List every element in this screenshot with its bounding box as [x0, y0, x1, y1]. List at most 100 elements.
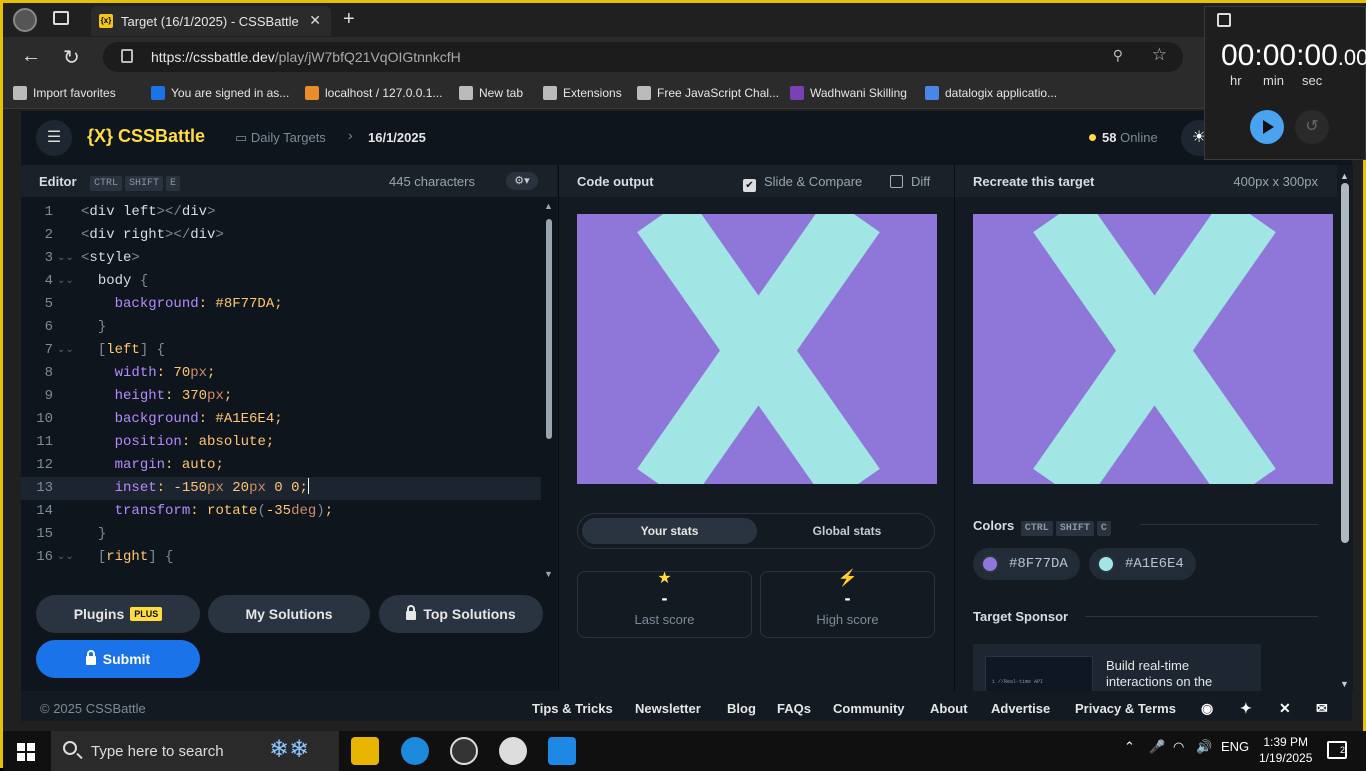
hamburger-menu-icon[interactable]: ☰: [36, 120, 72, 156]
chevron-up-icon[interactable]: ⌃: [1124, 739, 1135, 755]
close-tab-icon[interactable]: ✕: [309, 12, 321, 29]
edge-icon[interactable]: [401, 737, 429, 765]
favorite-star-icon[interactable]: ☆: [1152, 45, 1167, 65]
code-line[interactable]: 16 ⌄⌄ [right] {: [21, 546, 541, 569]
online-dot-icon: [1089, 134, 1096, 141]
code-text: [right] {: [97, 549, 174, 565]
footer-link-faqs[interactable]: FAQs: [777, 701, 811, 716]
bookmark-item[interactable]: Import favorites: [13, 86, 116, 100]
footer-link-advertise[interactable]: Advertise: [991, 701, 1050, 716]
scroll-up-icon[interactable]: ▲: [1340, 171, 1349, 181]
vscode-icon[interactable]: [548, 737, 576, 765]
editor-settings-gear-icon[interactable]: ⚙▾: [506, 172, 538, 190]
submit-button[interactable]: Submit: [36, 640, 200, 678]
code-line[interactable]: 7 ⌄⌄ [left] {: [21, 339, 541, 362]
timer-fraction: .00: [1337, 45, 1366, 70]
code-line[interactable]: 13 inset: -150px 20px 0 0;: [21, 477, 541, 500]
output-canvas[interactable]: [577, 214, 937, 484]
new-tab-icon[interactable]: +: [343, 8, 355, 31]
browser-tab[interactable]: {x} Target (16/1/2025) - CSSBattle ✕: [91, 6, 331, 36]
obs-icon[interactable]: [450, 737, 478, 765]
taskbar-search[interactable]: Type here to search ❄❄: [51, 731, 339, 771]
footer-link-about[interactable]: About: [930, 701, 968, 716]
color-chip-purple[interactable]: #8F77DA: [973, 548, 1080, 580]
code-line[interactable]: 6 }: [21, 316, 541, 339]
footer-link-community[interactable]: Community: [833, 701, 905, 716]
address-toolbar: ← ↻ https://cssbattle.dev/play/jW7bfQ21V…: [3, 37, 1366, 77]
scroll-down-icon[interactable]: ▼: [1340, 679, 1349, 689]
code-line[interactable]: 5 background: #8F77DA;: [21, 293, 541, 316]
bookmark-item[interactable]: Free JavaScript Chal...: [637, 86, 779, 100]
code-line[interactable]: 15 }: [21, 523, 541, 546]
profile-avatar[interactable]: [13, 8, 37, 32]
code-line[interactable]: 1 <div left></div>: [21, 201, 541, 224]
code-editor[interactable]: 1 <div left></div> 2 <div right></div> 3 ⌄⌄ <s…: [21, 201, 541, 579]
diff-checkbox[interactable]: Diff: [890, 174, 930, 189]
code-line[interactable]: 4 ⌄⌄ body {: [21, 270, 541, 293]
bookmark-item[interactable]: Wadhwani Skilling: [790, 86, 907, 100]
taskbar-clock[interactable]: 1:39 PM 1/19/2025: [1259, 734, 1312, 766]
code-line[interactable]: 12 margin: auto;: [21, 454, 541, 477]
cssbattle-logo[interactable]: {X} CSSBattle: [87, 126, 205, 147]
target-canvas[interactable]: [973, 214, 1333, 484]
reset-icon[interactable]: ↺: [1295, 110, 1329, 144]
footer-link-tips[interactable]: Tips & Tricks: [532, 701, 613, 716]
code-line[interactable]: 2 <div right></div>: [21, 224, 541, 247]
code-line[interactable]: 14 transform: rotate(-35deg);: [21, 500, 541, 523]
expand-icon[interactable]: [1217, 13, 1231, 27]
target-scroll-thumb[interactable]: [1341, 183, 1349, 543]
x-twitter-icon[interactable]: ✕: [1279, 700, 1291, 717]
code-line[interactable]: 3 ⌄⌄ <style>: [21, 247, 541, 270]
color-chip-cyan[interactable]: #A1E6E4: [1089, 548, 1196, 580]
breadcrumb-daily-targets[interactable]: ▭ Daily Targets: [235, 130, 326, 146]
microphone-icon[interactable]: 🎤: [1149, 739, 1165, 755]
code-line[interactable]: 11 position: absolute;: [21, 431, 541, 454]
code-text: margin: auto;: [114, 457, 224, 473]
code-line[interactable]: 8 width: 70px;: [21, 362, 541, 385]
fold-chevron-icon[interactable]: ⌄⌄: [57, 546, 74, 569]
mail-icon[interactable]: ✉: [1316, 700, 1328, 717]
bluesky-icon[interactable]: ✦: [1240, 700, 1252, 717]
bookmark-item[interactable]: You are signed in as...: [151, 86, 289, 100]
target-scrollbar[interactable]: ▲ ▼: [1337, 165, 1353, 691]
footer-link-privacy[interactable]: Privacy & Terms: [1075, 701, 1176, 716]
volume-icon[interactable]: 🔊: [1196, 739, 1212, 755]
tab-actions-icon[interactable]: [53, 11, 69, 25]
zoom-icon[interactable]: ⚲: [1113, 47, 1123, 64]
footer-link-blog[interactable]: Blog: [727, 701, 756, 716]
scroll-up-icon[interactable]: ▲: [544, 201, 553, 211]
bookmark-item[interactable]: datalogix applicatio...: [925, 86, 1057, 100]
color-purple-hex: #8F77DA: [1009, 556, 1068, 572]
play-icon[interactable]: [1250, 110, 1284, 144]
file-explorer-icon[interactable]: [351, 737, 379, 765]
scroll-down-icon[interactable]: ▼: [544, 569, 553, 579]
code-line[interactable]: 9 height: 370px;: [21, 385, 541, 408]
footer-link-newsletter[interactable]: Newsletter: [635, 701, 701, 716]
bookmark-item[interactable]: Extensions: [543, 86, 622, 100]
lock-icon[interactable]: [121, 49, 133, 63]
slide-compare-checkbox[interactable]: ✔ Slide & Compare: [743, 174, 862, 192]
windows-start-icon[interactable]: [17, 743, 35, 761]
url-field[interactable]: https://cssbattle.dev/play/jW7bfQ21VqOIG…: [103, 42, 1183, 72]
fold-chevron-icon[interactable]: ⌄⌄: [57, 247, 74, 270]
clock-app-icon[interactable]: [499, 737, 527, 765]
fold-chevron-icon[interactable]: ⌄⌄: [57, 339, 74, 362]
editor-scrollbar[interactable]: ▲ ▼: [543, 201, 555, 579]
fold-chevron-icon[interactable]: ⌄⌄: [57, 270, 74, 293]
wifi-icon[interactable]: ◠: [1173, 739, 1184, 755]
discord-icon[interactable]: ◉: [1201, 700, 1213, 717]
code-line[interactable]: 10 background: #A1E6E4;: [21, 408, 541, 431]
tab-your-stats[interactable]: Your stats: [582, 518, 757, 544]
refresh-icon[interactable]: ↻: [63, 45, 80, 70]
bookmark-item[interactable]: localhost / 127.0.0.1...: [305, 86, 442, 100]
sponsor-card[interactable]: 1 //Real-time API Build real-time intera…: [973, 644, 1261, 691]
back-icon[interactable]: ←: [21, 45, 41, 68]
tab-global-stats[interactable]: Global stats: [763, 518, 931, 544]
editor-scroll-thumb[interactable]: [546, 219, 552, 439]
language-indicator[interactable]: ENG: [1221, 739, 1249, 754]
bookmark-item[interactable]: New tab: [459, 86, 523, 100]
top-solutions-button[interactable]: Top Solutions: [379, 595, 543, 633]
plugins-button[interactable]: Plugins PLUS: [36, 595, 200, 633]
notification-icon[interactable]: 2: [1327, 741, 1347, 759]
my-solutions-button[interactable]: My Solutions: [208, 595, 370, 633]
